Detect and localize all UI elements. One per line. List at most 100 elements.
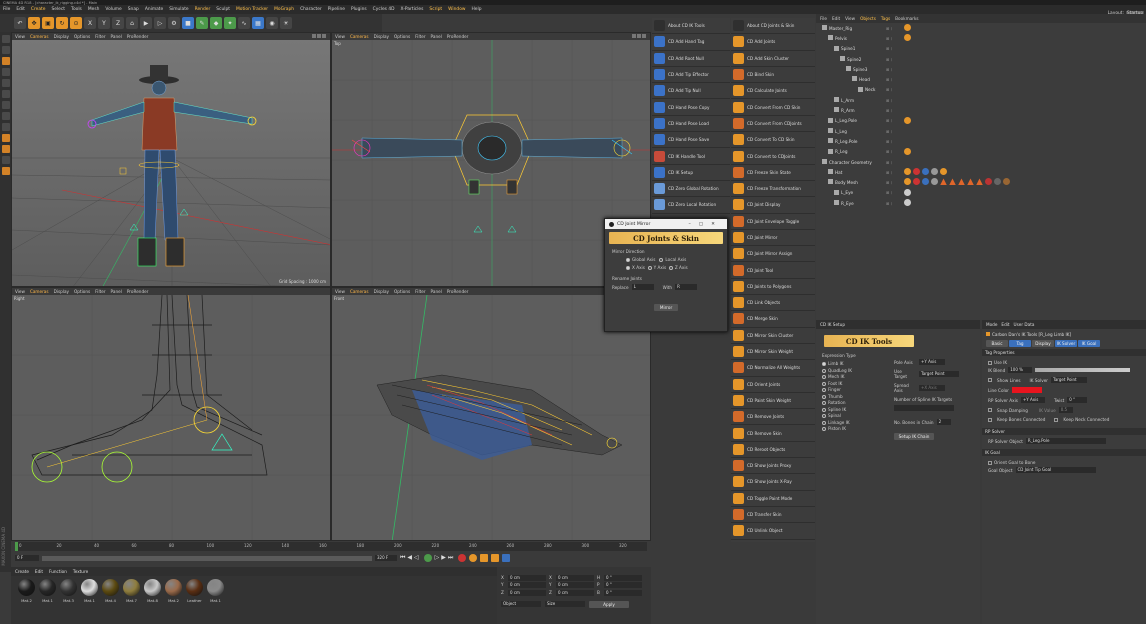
menu-tools[interactable]: Tools [71,7,82,12]
joint-tool-23[interactable]: CD Paint Skin Weight [731,393,815,410]
material-tag-icon[interactable] [967,178,974,186]
menu-animate[interactable]: Animate [145,7,163,12]
mat-menu-texture[interactable]: Texture [73,569,88,574]
ik-type-radio[interactable] [822,381,826,386]
workplane-icon[interactable] [1,68,10,76]
setup-ik-chain-button[interactable]: Setup IK Chain [894,433,934,440]
visibility-toggle[interactable]: ⊞ ⁝ [886,67,892,72]
menu-pipeline[interactable]: Pipeline [328,7,345,12]
ik-type-option[interactable]: Spline IK [822,407,894,412]
ik-type-radio[interactable] [822,375,826,379]
ik-tool-0[interactable]: About CD IK Tools [652,18,730,35]
material-tag-icon[interactable] [949,178,956,186]
material-item[interactable]: Mat.1 [206,579,225,603]
menu-mograph[interactable]: MoGraph [274,7,294,12]
autokey-icon[interactable] [469,554,478,562]
joint-tool-28[interactable]: CD Show Joints X-Ray [731,474,815,491]
joint-tool-22[interactable]: CD Orient Joints [731,377,815,393]
coord-value-field[interactable]: 0 cm [556,582,594,588]
visibility-toggle[interactable]: ⊞ ⁝ [886,129,892,134]
joint-tool-25[interactable]: CD Remove Skin [731,425,815,442]
joint-tool-18[interactable]: CD Merge Skin [731,311,815,328]
joint-tool-2[interactable]: CD Add Skin Cluster [731,51,815,67]
object-row[interactable]: Spine2 ⊞ ⁝ [816,54,1146,64]
material-item[interactable]: Mat.7 [122,579,141,603]
attr-menu-mode[interactable]: Mode [986,322,997,327]
ik-tool-4[interactable]: CD Add Tip Null [652,83,730,100]
joint-tool-9[interactable]: CD Freeze Skin State [731,165,815,181]
material-item[interactable]: Mat.2 [17,579,36,603]
visibility-toggle[interactable]: ⊞ ⁝ [886,26,892,31]
coord-value-field[interactable]: 0 cm [508,589,546,596]
mat-menu-function[interactable]: Function [49,569,67,574]
vp-menu-filter[interactable]: Filter [95,289,105,294]
tab-ik-goal[interactable]: IK Goal [1078,340,1100,347]
visibility-toggle[interactable]: ⊞ ⁝ [886,201,892,206]
material-tag-icon[interactable] [904,188,911,196]
viewport-perspective[interactable]: View Cameras Display Options Filter Pane… [11,32,331,287]
with-input[interactable]: R [675,284,698,290]
snap-icon[interactable] [1,134,10,142]
om-menu-view[interactable]: View [845,16,855,21]
timeline-range-slider[interactable] [42,555,372,561]
ik-type-radio[interactable] [822,414,826,418]
move-tool-icon[interactable]: ✥ [28,17,40,29]
playhead[interactable] [15,542,18,551]
vp-menu-prorender[interactable]: ProRender [127,34,149,39]
subdivision-icon[interactable]: ◆ [210,17,222,29]
ik-type-radio[interactable] [822,368,826,373]
ik-blend-slider[interactable] [1035,368,1131,372]
vp-menu-options[interactable]: Options [394,289,410,294]
material-tag-icon[interactable] [931,168,938,176]
material-item[interactable]: Mat.2 [164,579,183,603]
coord-value-field[interactable]: 0 cm [556,589,594,596]
vp-menu-view[interactable]: View [335,34,345,39]
polygons-mode-icon[interactable] [1,101,10,109]
vp-menu-cameras[interactable]: Cameras [30,289,49,294]
tab-ik-solver[interactable]: IK Solver [1055,340,1077,347]
joint-tool-26[interactable]: CD Reroot Objects [731,442,815,459]
material-item[interactable]: Mat.4 [101,579,120,603]
menu-file[interactable]: File [3,7,10,12]
vp-menu-view[interactable]: View [15,34,25,39]
goal-object-field[interactable]: CD Joint Tip Goal [1015,467,1096,473]
material-tag-icon[interactable] [931,178,938,186]
joint-tool-21[interactable]: CD Normalize All Weights [731,360,815,377]
joint-tool-6[interactable]: CD Convert From CDJoints [731,116,815,133]
joint-tool-20[interactable]: CD Mirror Skin Weight [731,344,815,361]
menu-render[interactable]: Render [195,7,211,12]
tab-basic[interactable]: Basic [986,340,1008,347]
material-tag-icon[interactable] [904,199,911,207]
attr-menu-edit[interactable]: Edit [1001,322,1009,327]
array-icon[interactable]: ✦ [224,17,236,29]
object-row[interactable]: Character Geometry ⊞ ⁝ [816,157,1146,167]
vp-menu-display[interactable]: Display [54,289,69,294]
material-tag-icon[interactable] [940,178,947,186]
coord-size-select[interactable]: Size [545,601,585,607]
bones-chain-field[interactable]: 2 [936,419,951,425]
joint-tool-30[interactable]: CD Transfer Skin [731,507,815,524]
menu-edit[interactable]: Edit [16,7,25,12]
material-tag-icon[interactable] [913,178,920,186]
vp-menu-view[interactable]: View [15,289,25,294]
material-tag-icon[interactable] [904,168,911,176]
live-select-icon[interactable]: ⊙ [70,17,82,29]
light-icon[interactable]: ☀ [280,17,292,29]
coord-value-field[interactable]: 0 cm [556,574,594,581]
ik-type-option[interactable]: Piston IK [822,426,894,431]
material-tag-icon[interactable] [913,168,920,176]
viewport-top[interactable]: View Cameras Display Options Filter Pane… [331,32,651,287]
vp-menu-cameras[interactable]: Cameras [350,289,369,294]
joint-tool-16[interactable]: CD Joints to Polygons [731,279,815,296]
ik-tool-9[interactable]: CD IK Setup [652,165,730,181]
vp-menu-panel[interactable]: Panel [111,289,122,294]
line-color-swatch[interactable] [1012,387,1042,393]
viewport-right[interactable]: View Cameras Display Options Filter Pane… [11,287,331,541]
rotate-tool-icon[interactable]: ↻ [56,17,68,29]
joint-tool-14[interactable]: CD Joint Mirror Assign [731,246,815,263]
ik-type-radio[interactable] [822,394,826,399]
replace-input[interactable]: L [631,284,654,290]
ik-type-radio[interactable] [822,407,826,412]
menu-create[interactable]: Create [31,7,46,12]
mat-menu-create[interactable]: Create [15,569,29,574]
